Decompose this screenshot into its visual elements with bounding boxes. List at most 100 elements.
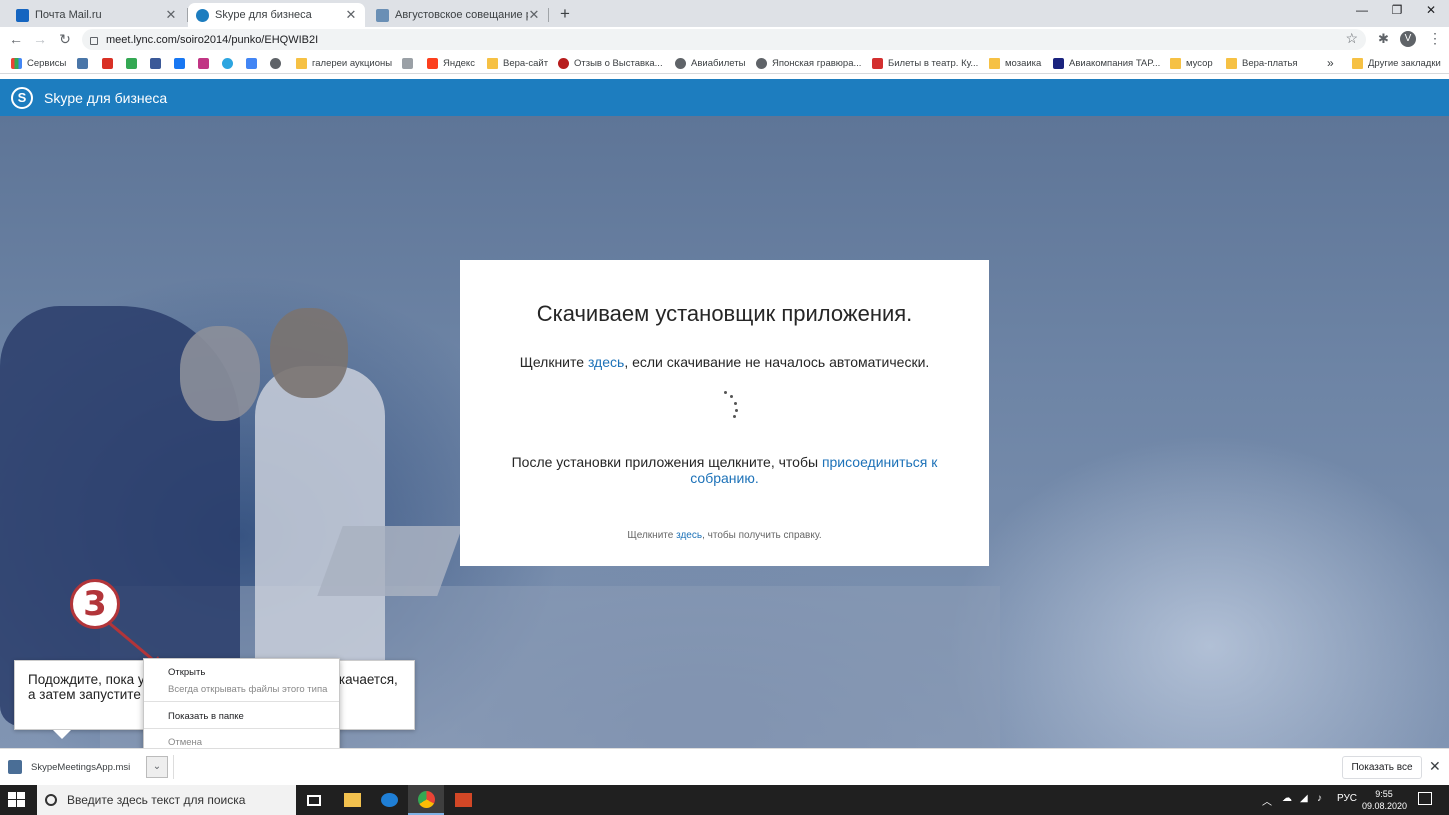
- edge-icon[interactable]: [371, 785, 407, 815]
- profile-avatar[interactable]: V: [1400, 31, 1416, 47]
- back-icon[interactable]: ←: [6, 30, 26, 48]
- menu-item-cancel[interactable]: Отмена: [168, 737, 202, 748]
- bookmark-label: мусор: [1186, 57, 1213, 69]
- bookmark-docs[interactable]: [246, 56, 262, 70]
- chrome-icon[interactable]: [408, 785, 444, 815]
- task-view-icon[interactable]: [296, 785, 332, 815]
- bookmark-drive[interactable]: [126, 56, 142, 70]
- network-icon[interactable]: ◢: [1300, 793, 1308, 804]
- bookmark-yandex[interactable]: Яндекс: [427, 56, 475, 70]
- dialog-help-text: Щелкните здесь, чтобы получить справку.: [460, 530, 989, 541]
- tray-expand-icon[interactable]: ︿: [1262, 793, 1272, 808]
- background-photo: [317, 526, 463, 596]
- bookmark-label: Билеты в театр. Ку...: [888, 57, 979, 69]
- close-window-icon[interactable]: ✕: [1421, 3, 1441, 17]
- bookmark-label: Авиабилеты: [691, 57, 746, 69]
- bookmark-feather[interactable]: [402, 56, 418, 70]
- menu-divider: [144, 728, 339, 729]
- bookmark-japanese-print[interactable]: Японская гравюра...: [756, 56, 861, 70]
- bookmark-label: Вера-сайт: [503, 57, 549, 69]
- bookmark-trash[interactable]: мусор: [1170, 56, 1213, 70]
- onedrive-icon[interactable]: ☁: [1282, 793, 1292, 804]
- tab-meeting[interactable]: Августовское совещание работ ✕: [368, 3, 548, 27]
- close-tab-icon[interactable]: ✕: [345, 7, 357, 23]
- menu-dots-icon[interactable]: ⋮: [1428, 30, 1442, 47]
- folder-icon: [296, 57, 307, 69]
- app-header: S Skype для бизнеса: [0, 79, 1449, 116]
- bookmark-label: галереи аукционы: [312, 57, 393, 69]
- text-fragment: , чтобы получить справку.: [702, 530, 822, 541]
- step-number-badge: 3: [70, 579, 120, 629]
- restore-icon[interactable]: ❐: [1387, 3, 1407, 17]
- menu-item-show-in-folder[interactable]: Показать в папке: [168, 711, 244, 722]
- ticket-icon: [872, 57, 883, 69]
- bookmark-globe[interactable]: [270, 56, 286, 70]
- tab-mail-ru[interactable]: Почта Mail.ru ✕: [8, 3, 185, 27]
- bookmark-telegram[interactable]: [222, 56, 238, 70]
- bookmark-instagram[interactable]: [198, 56, 214, 70]
- volume-icon[interactable]: ♪: [1317, 793, 1322, 804]
- forward-icon[interactable]: →: [30, 30, 50, 48]
- folder-icon: [1352, 57, 1363, 69]
- docs-icon: [246, 57, 257, 69]
- address-bar[interactable]: meet.lync.com/soiro2014/punko/EHQWIB2I ☆: [82, 29, 1366, 50]
- show-all-button[interactable]: Показать все: [1342, 756, 1422, 779]
- windows-start-icon[interactable]: [8, 792, 26, 808]
- bookmark-mosaic[interactable]: мозаика: [989, 56, 1041, 70]
- extensions-icon[interactable]: ✱: [1378, 31, 1389, 47]
- tab-title: Почта Mail.ru: [35, 9, 102, 21]
- bookmark-vk[interactable]: [77, 56, 93, 70]
- bookmark-vera-dresses[interactable]: Вера-платья: [1226, 56, 1298, 70]
- dolphin-icon: [376, 8, 389, 22]
- bookmark-vera-site[interactable]: Вера-сайт: [487, 56, 548, 70]
- bookmark-label: Яндекс: [443, 57, 475, 69]
- bookmark-label: Сервисы: [27, 57, 67, 69]
- download-dialog: Скачиваем установщик приложения. Щелкнит…: [460, 260, 989, 566]
- system-clock[interactable]: 9:55 09.08.2020: [1362, 788, 1408, 812]
- bookmark-gmail[interactable]: [102, 56, 118, 70]
- download-item[interactable]: SkypeMeetingsApp.msi: [8, 755, 130, 779]
- menu-item-always-open[interactable]: Всегда открывать файлы этого типа: [168, 684, 327, 695]
- chevron-down-icon[interactable]: ⌄: [146, 756, 168, 778]
- language-indicator[interactable]: РУС: [1337, 793, 1357, 804]
- menu-item-open[interactable]: Открыть: [168, 667, 205, 678]
- search-placeholder: Введите здесь текст для поиска: [67, 793, 246, 807]
- bookmark-other[interactable]: Другие закладки: [1352, 56, 1441, 70]
- clock-date: 09.08.2020: [1362, 801, 1408, 811]
- camera-icon: [150, 57, 161, 69]
- bookmark-avia[interactable]: Авиабилеты: [675, 56, 745, 70]
- airline-icon: [1053, 57, 1064, 69]
- bookmark-theatre[interactable]: Билеты в театр. Ку...: [872, 56, 978, 70]
- close-tab-icon[interactable]: ✕: [165, 7, 177, 23]
- new-tab-icon[interactable]: +: [556, 4, 574, 24]
- reload-icon[interactable]: ↻: [55, 30, 75, 48]
- text-fragment: После установки приложения щелкните, что…: [511, 454, 822, 470]
- bookmark-facebook[interactable]: [174, 56, 190, 70]
- close-tab-icon[interactable]: ✕: [528, 7, 540, 23]
- close-download-bar-icon[interactable]: ✕: [1429, 758, 1441, 775]
- skype-icon: [196, 8, 209, 22]
- tab-title: Августовское совещание работ: [395, 9, 528, 21]
- globe-icon: [756, 57, 767, 69]
- minimize-icon[interactable]: —: [1352, 3, 1372, 17]
- tab-skype[interactable]: Skype для бизнеса ✕: [188, 3, 365, 27]
- clock-time: 9:55: [1375, 789, 1393, 799]
- tab-title: Skype для бизнеса: [215, 9, 312, 21]
- bookmark-camera[interactable]: [150, 56, 166, 70]
- bookmark-label: мозаика: [1005, 57, 1042, 69]
- tab-divider: [548, 8, 549, 22]
- bookmark-galleries[interactable]: галереи аукционы: [296, 56, 392, 70]
- instagram-icon: [198, 57, 209, 69]
- bookmark-star-icon[interactable]: ☆: [1345, 30, 1358, 47]
- bookmark-services[interactable]: Сервисы: [11, 56, 66, 70]
- dialog-join-text: После установки приложения щелкните, что…: [500, 454, 949, 486]
- file-explorer-icon[interactable]: [334, 785, 370, 815]
- bookmark-review[interactable]: Отзыв о Выставка...: [558, 56, 663, 70]
- download-here-link[interactable]: здесь: [588, 354, 624, 370]
- powerpoint-icon[interactable]: [445, 785, 481, 815]
- bookmark-tap[interactable]: Авиакомпания TAP...: [1053, 56, 1160, 70]
- bookmarks-overflow-icon[interactable]: »: [1327, 56, 1334, 70]
- notification-center-icon[interactable]: [1418, 792, 1432, 805]
- help-link[interactable]: здесь: [676, 530, 702, 541]
- taskbar-search-input[interactable]: Введите здесь текст для поиска: [37, 785, 296, 815]
